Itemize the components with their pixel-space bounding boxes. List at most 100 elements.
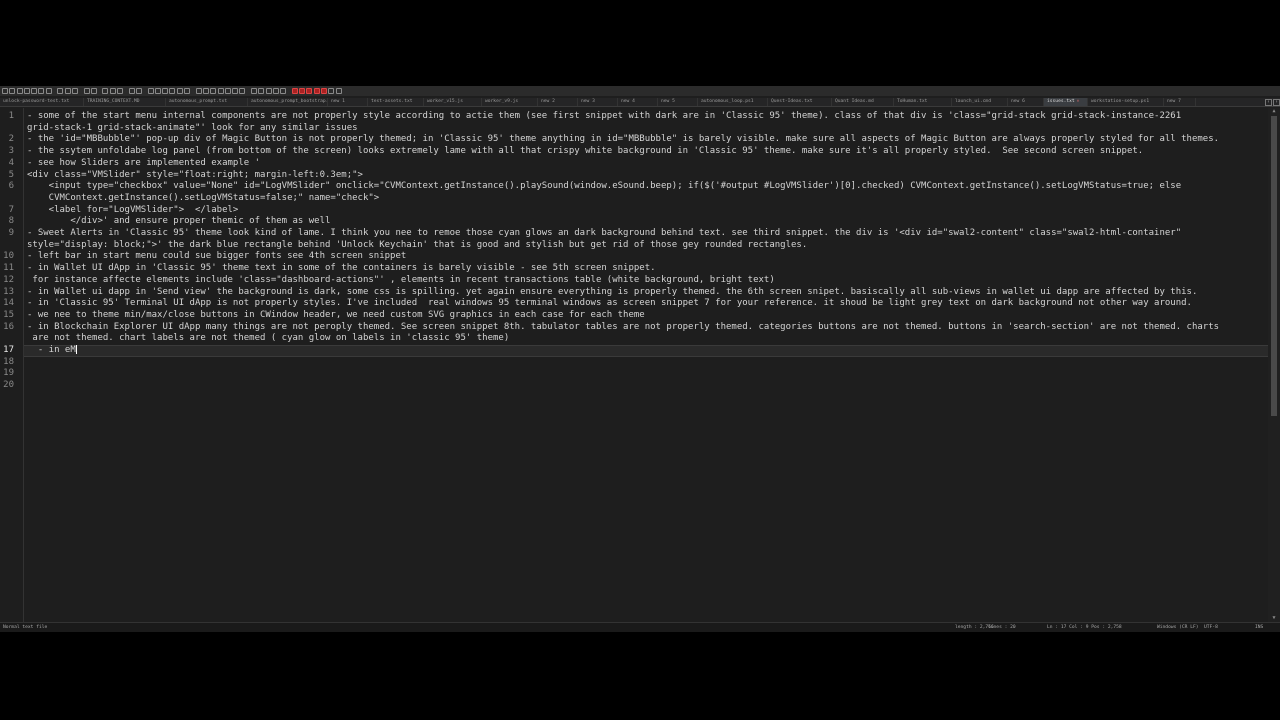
tab-quant-ideas-md[interactable]: Quant Ideas.md xyxy=(832,98,894,106)
toolbar-button-icon[interactable] xyxy=(23,88,30,94)
toolbar-button-icon[interactable] xyxy=(184,88,191,94)
toolbar-button-icon[interactable] xyxy=(16,88,23,94)
tab-new-3[interactable]: new 3 xyxy=(578,98,618,106)
toolbar-button-icon[interactable] xyxy=(154,88,161,94)
tab-new-1[interactable]: new 1 xyxy=(328,98,368,106)
toolbar-button-icon[interactable] xyxy=(328,88,335,94)
code-line[interactable]: </div>' and ensure proper themic of them… xyxy=(27,216,330,228)
code-line[interactable]: - some of the start menu internal compon… xyxy=(27,111,1181,123)
toolbar-button-icon[interactable] xyxy=(280,88,287,94)
line-number: 15 xyxy=(3,309,14,320)
toolbar-button-icon[interactable] xyxy=(313,88,320,94)
tab-new-6[interactable]: new 6 xyxy=(1008,98,1044,106)
text-editor[interactable]: 1 2 3 4 5 6 7 8 9 10 11 12 13 14 15 16 17 18 19 20 - some o… xyxy=(0,108,1268,622)
tab-bar: unlock-password-test.txt TRAINING_CONTEXT… xyxy=(0,98,1280,107)
vertical-scrollbar[interactable]: ▲ ▼ xyxy=(1268,108,1280,622)
tab-scroll-left-icon[interactable]: ‹ xyxy=(1265,98,1272,106)
toolbar-button-icon[interactable] xyxy=(299,88,306,94)
code-line[interactable]: - in 'Classic 95' Terminal UI dApp is no… xyxy=(27,298,1192,310)
toolbar-button-icon[interactable] xyxy=(38,88,45,94)
toolbar-separator xyxy=(247,88,250,94)
toolbar-button-icon[interactable] xyxy=(224,88,231,94)
tab-unlock-password-test-txt[interactable]: unlock-password-test.txt xyxy=(0,98,84,106)
toolbar-button-icon[interactable] xyxy=(202,88,209,94)
toolbar-button-icon[interactable] xyxy=(90,88,97,94)
toolbar-button-icon[interactable] xyxy=(217,88,224,94)
toolbar-button-icon[interactable] xyxy=(232,88,239,94)
tab-label: new 5 xyxy=(661,99,675,104)
toolbar-button-icon[interactable] xyxy=(117,88,124,94)
code-line[interactable]: - we nee to theme min/max/close buttons … xyxy=(27,310,645,322)
toolbar-button-icon[interactable] xyxy=(169,88,176,94)
code-line[interactable]: - in eM xyxy=(27,345,77,357)
toolbar-button-icon[interactable] xyxy=(258,88,265,94)
toolbar-button-icon[interactable] xyxy=(57,88,64,94)
toolbar-button-icon[interactable] xyxy=(147,88,154,94)
toolbar-button-icon[interactable] xyxy=(320,88,327,94)
tab-worker-v15-js[interactable]: worker_v15.js xyxy=(424,98,482,106)
toolbar-button-icon[interactable] xyxy=(176,88,183,94)
toolbar-button-icon[interactable] xyxy=(306,88,313,94)
code-line[interactable]: are not themed. chart labels are not the… xyxy=(27,333,509,345)
toolbar-button-icon[interactable] xyxy=(31,88,38,94)
toolbar-button-icon[interactable] xyxy=(83,88,90,94)
toolbar-button-icon[interactable] xyxy=(9,88,16,94)
toolbar-button-icon[interactable] xyxy=(195,88,202,94)
code-line[interactable]: - the 'id="MBBubble"' pop-up div of Magi… xyxy=(27,134,1219,146)
toolbar-button-icon[interactable] xyxy=(239,88,246,94)
code-line[interactable]: style="display: block;">' the dark blue … xyxy=(27,240,807,252)
tab-issues-txt[interactable]: issues.txt ✕ xyxy=(1044,98,1088,106)
toolbar-button-icon[interactable] xyxy=(45,88,52,94)
line-number: 10 xyxy=(3,251,14,262)
scroll-down-icon[interactable]: ▼ xyxy=(1271,616,1277,621)
code-line[interactable]: <label for="LogVMSlider"> </label> xyxy=(27,205,239,217)
toolbar-button-icon[interactable] xyxy=(128,88,135,94)
tab-quest-ideas-txt[interactable]: Quest-Ideas.txt xyxy=(768,98,832,106)
toolbar-button-icon[interactable] xyxy=(102,88,109,94)
code-line[interactable]: - the ssytem unfoldabe log panel (from b… xyxy=(27,146,1143,158)
tab-close-icon[interactable]: ✕ xyxy=(1077,99,1080,104)
tab-new-4[interactable]: new 4 xyxy=(618,98,658,106)
tab-new-7[interactable]: new 7 xyxy=(1164,98,1196,106)
tab-workstation-setup-ps1[interactable]: workstation-setup.ps1 xyxy=(1088,98,1164,106)
scroll-thumb[interactable] xyxy=(1271,116,1277,416)
toolbar-button-icon[interactable] xyxy=(265,88,272,94)
toolbar-button-icon[interactable] xyxy=(291,88,298,94)
code-line[interactable]: - Sweet Alerts in 'Classic 95' theme loo… xyxy=(27,228,1181,240)
tab-autonomous-loop-ps1[interactable]: autonomous_loop.ps1 xyxy=(698,98,768,106)
tab-autonomous-prompt-bootstrap-txt[interactable]: autonomous_prompt_bootstrap.txt xyxy=(248,98,328,106)
tab-launch-ui-cmd[interactable]: launch_ui.cmd xyxy=(952,98,1008,106)
code-line[interactable]: - in Wallet ui dapp in 'Send view' the b… xyxy=(27,287,1197,299)
toolbar-button-icon[interactable] xyxy=(162,88,169,94)
code-line[interactable]: grid-stack-1 grid-stack-animate"' look f… xyxy=(27,123,358,135)
tab-test-assets-txt[interactable]: test-assets.txt xyxy=(368,98,424,106)
code-line[interactable]: for instance affecte elements include 'c… xyxy=(27,275,774,287)
code-line[interactable]: - in Wallet UI dApp in 'Classic 95' them… xyxy=(27,263,656,275)
code-line[interactable]: <div class="VMSlider" style="float:right… xyxy=(27,170,363,182)
tab-tohuman-txt[interactable]: ToHuman.txt xyxy=(894,98,952,106)
code-line[interactable]: <input type="checkbox" value="None" id="… xyxy=(27,181,1181,193)
code-line-text: <input type="checkbox" value="None" id="… xyxy=(27,181,1182,192)
code-line[interactable]: - in Blockchain Explorer UI dApp many th… xyxy=(27,322,1219,334)
tab-worker-v9-js[interactable]: worker_v9.js xyxy=(482,98,538,106)
tab-label: autonomous_loop.ps1 xyxy=(701,99,754,104)
toolbar-button-icon[interactable] xyxy=(210,88,217,94)
line-number: 20 xyxy=(3,380,14,391)
code-line[interactable]: - see how Sliders are implemented exampl… xyxy=(27,158,260,170)
scroll-up-icon[interactable]: ▲ xyxy=(1271,109,1277,114)
toolbar-button-icon[interactable] xyxy=(71,88,78,94)
code-line[interactable]: CVMContext.getInstance().setLogVMStatus=… xyxy=(27,193,380,205)
toolbar-button-icon[interactable] xyxy=(335,88,342,94)
toolbar-button-icon[interactable] xyxy=(64,88,71,94)
toolbar-button-icon[interactable] xyxy=(2,88,8,94)
code-line[interactable]: - left bar in start menu could sue bigge… xyxy=(27,251,406,263)
toolbar-button-icon[interactable] xyxy=(250,88,257,94)
tab-new-2[interactable]: new 2 xyxy=(538,98,578,106)
tab-scroll-right-icon[interactable]: › xyxy=(1273,98,1280,106)
tab-new-5[interactable]: new 5 xyxy=(658,98,698,106)
toolbar-button-icon[interactable] xyxy=(109,88,116,94)
tab-autonomous-prompt-txt[interactable]: autonomous_prompt.txt xyxy=(166,98,248,106)
toolbar-button-icon[interactable] xyxy=(135,88,142,94)
tab-training-context-md[interactable]: TRAINING_CONTEXT.MD xyxy=(84,98,166,106)
toolbar-button-icon[interactable] xyxy=(272,88,279,94)
